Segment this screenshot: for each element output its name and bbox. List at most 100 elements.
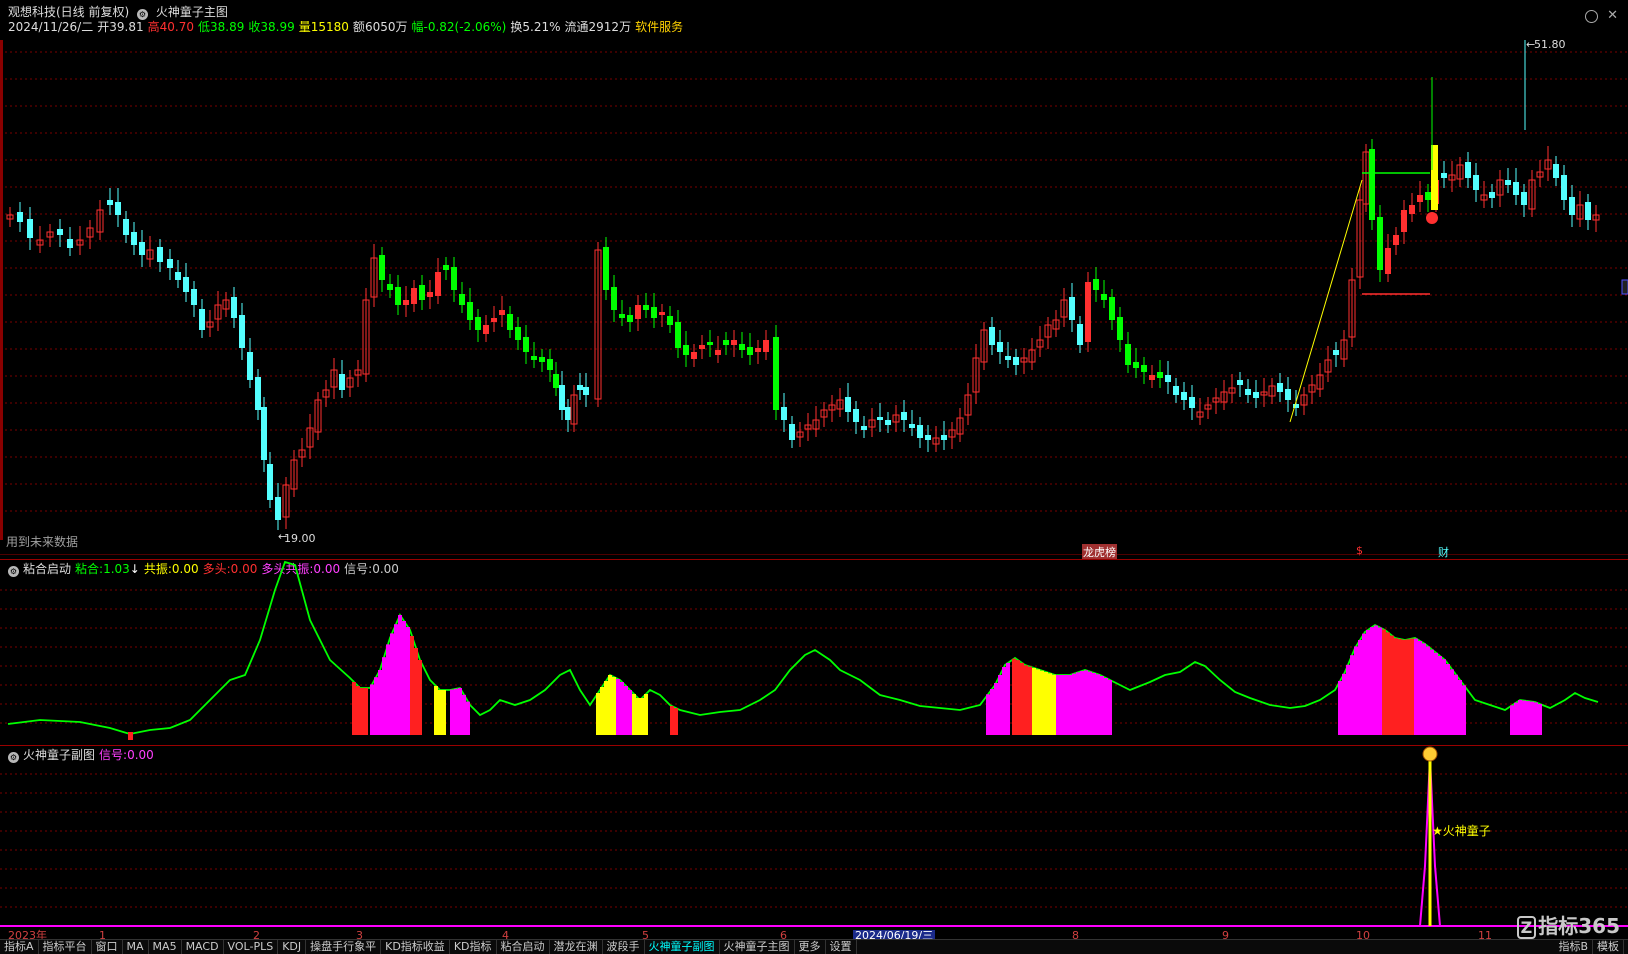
- candle-body: [559, 385, 565, 410]
- candle-body: [395, 287, 401, 305]
- tab-13[interactable]: 波段手: [603, 940, 645, 954]
- candle-body: [989, 327, 995, 345]
- candle-body: [659, 312, 665, 315]
- signal-bar: [1402, 639, 1406, 735]
- candle-body: [1513, 182, 1519, 195]
- brand-logo: Z 指标365: [1516, 910, 1620, 939]
- tab-right-1[interactable]: 模板: [1593, 940, 1624, 954]
- candle-body: [167, 259, 173, 268]
- candle-body: [1173, 386, 1179, 395]
- small-bar: [128, 732, 133, 740]
- signal-bar: [1462, 685, 1466, 735]
- signal-bar: [1522, 700, 1526, 735]
- signal-bar: [1534, 702, 1538, 735]
- indicator-tab-bar: 指标A 指标平台 窗口 MA MA5 MACD VOL-PLS KDJ 操盘手行象平 KD指标收益…: [0, 939, 1628, 954]
- sub1-chart[interactable]: [0, 560, 1628, 746]
- candle-body: [467, 302, 473, 320]
- signal-bar: [1044, 672, 1048, 735]
- signal-bar: [414, 648, 418, 735]
- tab-right-0[interactable]: 指标B: [1554, 940, 1593, 954]
- signal-bar: [1390, 635, 1394, 735]
- candle-body: [707, 342, 713, 345]
- tab-6[interactable]: VOL-PLS: [224, 940, 279, 954]
- signal-bar: [462, 694, 466, 735]
- candle-body: [499, 310, 505, 315]
- candle-body: [419, 285, 425, 300]
- tab-12[interactable]: 潜龙在渊: [550, 940, 603, 954]
- candle-body: [1189, 397, 1195, 408]
- tab-14[interactable]: 火神童子副图: [645, 940, 720, 954]
- high-marker: 51.80: [1534, 38, 1566, 51]
- candle-body: [1085, 282, 1091, 342]
- signal-bar: [406, 627, 410, 735]
- signal-bar: [1048, 673, 1052, 735]
- signal-bar: [1056, 675, 1060, 735]
- candle-body: [67, 239, 73, 248]
- signal-bar: [670, 706, 674, 735]
- candle-body: [1441, 173, 1447, 178]
- signal-bar: [434, 686, 438, 735]
- badge-lhb[interactable]: 龙虎榜: [1082, 544, 1117, 560]
- tab-8[interactable]: 操盘手行象平: [306, 940, 382, 954]
- badge-dollar[interactable]: $: [1356, 544, 1363, 557]
- signal-bar: [1072, 673, 1076, 735]
- signal-bar: [360, 688, 364, 735]
- candle-body: [1385, 248, 1391, 274]
- tab-9[interactable]: KD指标收益: [381, 940, 450, 954]
- main-chart[interactable]: ←←: [0, 0, 1628, 555]
- signal-bar: [994, 683, 998, 735]
- signal-bar: [386, 644, 390, 735]
- tab-16[interactable]: 更多: [795, 940, 826, 954]
- candle-body: [845, 397, 851, 412]
- tab-0[interactable]: 指标A: [0, 940, 39, 954]
- signal-bar: [1350, 655, 1354, 735]
- tab-5[interactable]: MACD: [182, 940, 224, 954]
- signal-bar: [1346, 664, 1350, 735]
- signal-bar: [990, 689, 994, 735]
- signal-bar: [612, 677, 616, 735]
- candle-body: [261, 407, 267, 460]
- tab-2[interactable]: 窗口: [92, 940, 123, 954]
- tab-15[interactable]: 火神童子主图: [720, 940, 795, 954]
- tab-7[interactable]: KDJ: [278, 940, 307, 954]
- candle-body: [1369, 149, 1375, 220]
- tab-1[interactable]: 指标平台: [39, 940, 92, 954]
- price-marker: [1621, 279, 1628, 295]
- signal-bar: [1096, 674, 1100, 735]
- signal-bar: [1358, 640, 1362, 735]
- candle-body: [1569, 197, 1575, 215]
- tab-3[interactable]: MA: [123, 940, 149, 954]
- signal-bar: [1514, 702, 1518, 735]
- tab-4[interactable]: MA5: [149, 940, 182, 954]
- candle-body: [877, 417, 883, 420]
- candle-body: [715, 350, 721, 355]
- signal-bar: [1028, 666, 1032, 735]
- signal-bar: [1020, 662, 1024, 735]
- sub2-chart[interactable]: [0, 746, 1628, 932]
- candle-body: [1401, 210, 1407, 232]
- candle-body: [1465, 162, 1471, 178]
- tab-17[interactable]: 设置: [826, 940, 857, 954]
- badge-finance[interactable]: 财: [1438, 544, 1449, 560]
- signal-bar: [1446, 664, 1450, 735]
- signal-bar: [1024, 665, 1028, 735]
- tab-11[interactable]: 粘合启动: [497, 940, 550, 954]
- candle-body: [191, 289, 197, 305]
- candle-body: [683, 345, 689, 355]
- tab-10[interactable]: KD指标: [450, 940, 497, 954]
- candle-body: [427, 292, 433, 297]
- candle-body: [917, 425, 923, 438]
- candle-body: [199, 309, 205, 330]
- signal-bar: [1414, 638, 1418, 735]
- signal-bar: [1430, 649, 1434, 735]
- candle-body: [1109, 297, 1115, 320]
- candle-body: [635, 305, 641, 319]
- signal-bar: [1454, 674, 1458, 735]
- candle-body: [583, 387, 589, 395]
- signal-bar: [398, 615, 402, 735]
- signal-bar: [1442, 659, 1446, 735]
- candle-body: [941, 435, 947, 440]
- signal-bar: [1382, 629, 1386, 735]
- candle-body: [627, 315, 633, 322]
- candle-body: [1377, 217, 1383, 270]
